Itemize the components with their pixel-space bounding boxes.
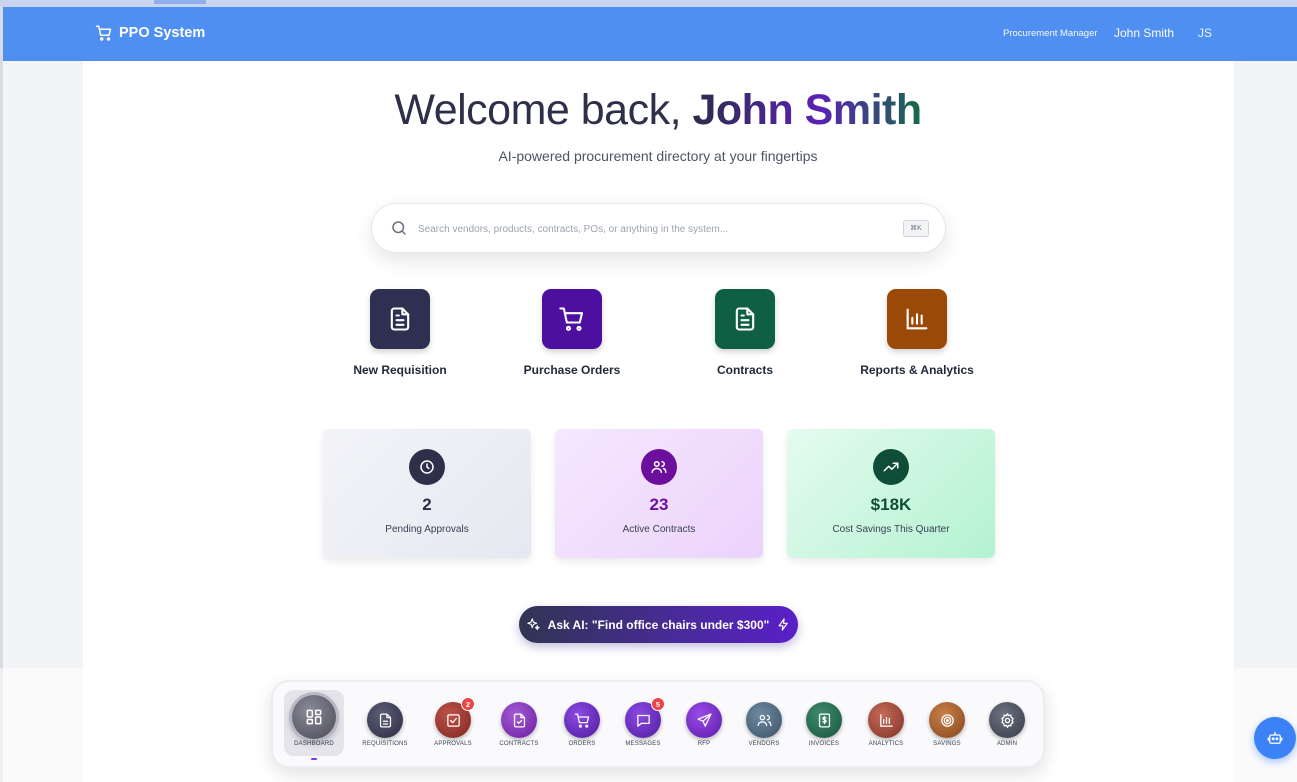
quick-action-purchase-orders[interactable]: Purchase Orders — [502, 289, 642, 377]
file-check-icon — [513, 712, 525, 728]
cart-icon — [559, 307, 584, 331]
document-icon — [735, 307, 755, 331]
dock-item-rfp[interactable]: RFP — [674, 682, 734, 766]
dock-bubble — [929, 702, 965, 738]
dock-item-contracts[interactable]: CONTRACTS — [489, 682, 549, 766]
dock-bubble — [806, 702, 842, 738]
dock-label: CONTRACTS — [499, 741, 539, 747]
stat-label: Cost Savings This Quarter — [832, 524, 950, 535]
user-role: Procurement Manager — [1003, 28, 1098, 39]
avatar[interactable]: JS — [1198, 26, 1212, 40]
ai-assistant-button[interactable] — [1254, 717, 1296, 759]
bottom-dock: DASHBOARD REQUISITIONS 2 APPROVALS CONTR… — [271, 680, 1045, 768]
trending-up-icon — [883, 462, 899, 472]
document-icon — [379, 712, 391, 728]
brand-name: PPO System — [119, 25, 206, 41]
dock-bubble — [686, 702, 722, 738]
target-icon — [940, 713, 954, 727]
ask-ai-label: Ask AI: "Find office chairs under $300" — [547, 617, 770, 632]
dock-item-approvals[interactable]: 2 APPROVALS — [423, 682, 483, 766]
users-icon — [756, 714, 772, 726]
message-icon — [636, 714, 650, 727]
quick-action-new-requisition[interactable]: New Requisition — [330, 289, 470, 377]
quick-action-label: Purchase Orders — [523, 363, 621, 377]
stat-card-pending-approvals[interactable]: 2 Pending Approvals — [323, 429, 531, 558]
send-icon — [696, 712, 712, 727]
ask-ai-button[interactable]: Ask AI: "Find office chairs under $300" — [519, 606, 798, 643]
active-indicator — [311, 758, 317, 760]
browser-strip — [0, 0, 1297, 7]
dock-item-savings[interactable]: SAVINGS — [917, 682, 977, 766]
search-bar[interactable]: ⌘K — [371, 203, 946, 253]
dock-label: ADMIN — [996, 741, 1018, 747]
stat-value: 23 — [649, 495, 669, 514]
dock-label: DASHBOARD — [294, 741, 334, 747]
dock-bubble — [989, 702, 1025, 738]
cart-icon — [574, 712, 589, 728]
quick-action-tile — [370, 289, 430, 349]
page-title: Welcome back, John Smith — [0, 86, 1297, 135]
dock-bubble — [564, 702, 600, 738]
check-square-icon — [446, 713, 460, 727]
quick-action-reports-analytics[interactable]: Reports & Analytics — [847, 289, 987, 377]
stat-value: $18K — [870, 495, 912, 514]
dock-label: APPROVALS — [434, 741, 472, 747]
bar-chart-icon — [906, 308, 928, 330]
quick-action-label: Reports & Analytics — [860, 363, 974, 377]
stat-icon-circle — [641, 449, 677, 485]
greeting-text: Welcome back, — [394, 86, 693, 134]
notification-badge: 2 — [461, 697, 475, 711]
dock-item-messages[interactable]: 5 MESSAGES — [613, 682, 673, 766]
stat-card-cost-savings[interactable]: $18K Cost Savings This Quarter — [787, 429, 995, 558]
dock-item-dashboard[interactable]: DASHBOARD — [284, 682, 344, 766]
brand[interactable]: PPO System — [95, 24, 205, 42]
stat-card-active-contracts[interactable]: 23 Active Contracts — [555, 429, 763, 558]
dock-bubble — [746, 702, 782, 738]
dock-bubble — [292, 695, 336, 739]
user-name[interactable]: John Smith — [1114, 26, 1174, 40]
stat-label: Active Contracts — [622, 524, 696, 535]
search-input[interactable] — [418, 218, 888, 240]
dashboard-icon — [306, 709, 322, 725]
gear-icon — [1000, 712, 1014, 728]
quick-action-contracts[interactable]: Contracts — [675, 289, 815, 377]
dock-label: REQUISITIONS — [362, 741, 408, 747]
invoice-icon — [818, 712, 830, 728]
quick-action-label: Contracts — [716, 363, 773, 377]
shortcut-hint: ⌘K — [903, 220, 929, 237]
stat-value: 2 — [422, 495, 432, 514]
stat-icon-circle — [873, 449, 909, 485]
dock-item-admin[interactable]: ADMIN — [977, 682, 1037, 766]
dock-item-orders[interactable]: ORDERS — [552, 682, 612, 766]
cart-icon — [95, 25, 112, 41]
top-header: PPO System Procurement Manager John Smit… — [3, 7, 1297, 61]
dock-bubble — [367, 702, 403, 738]
page-subtitle: AI-powered procurement directory at your… — [498, 148, 818, 164]
quick-action-tile — [715, 289, 775, 349]
quick-action-tile — [542, 289, 602, 349]
dock-item-requisitions[interactable]: REQUISITIONS — [355, 682, 415, 766]
stat-icon-circle — [409, 449, 445, 485]
search-icon — [392, 221, 406, 235]
document-icon — [390, 307, 410, 331]
dock-bubble — [501, 702, 537, 738]
bar-chart-icon — [879, 713, 893, 727]
notification-badge: 5 — [651, 697, 665, 711]
lightning-icon — [778, 618, 789, 631]
stat-label: Pending Approvals — [385, 524, 469, 535]
quick-action-label: New Requisition — [353, 363, 447, 377]
dock-item-analytics[interactable]: ANALYTICS — [856, 682, 916, 766]
dock-bubble — [868, 702, 904, 738]
browser-tab-indicator — [154, 0, 206, 4]
greeting-name: John Smith — [692, 86, 923, 134]
dock-item-invoices[interactable]: INVOICES — [794, 682, 854, 766]
clock-icon — [420, 460, 434, 474]
dock-item-vendors[interactable]: VENDORS — [734, 682, 794, 766]
users-icon — [651, 461, 667, 473]
quick-action-tile — [887, 289, 947, 349]
robot-icon — [1267, 731, 1283, 744]
sparkles-icon — [526, 618, 540, 631]
